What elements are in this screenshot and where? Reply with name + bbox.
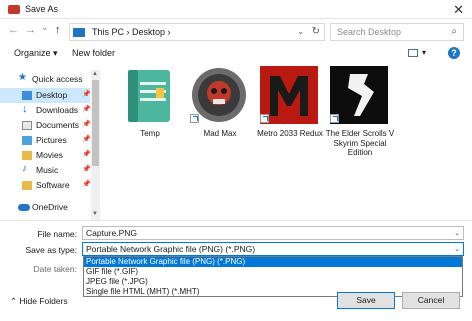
sidebar-item-movies[interactable]: Movies 📌 — [0, 148, 91, 163]
pin-icon: 📌 — [82, 121, 91, 128]
pin-icon: 📌 — [82, 166, 91, 173]
file-item[interactable]: Metro 2033 Redux — [252, 66, 323, 158]
file-name: Metro 2033 Redux — [257, 129, 323, 138]
folder-icon — [22, 151, 32, 160]
this-pc-icon — [73, 28, 85, 37]
file-name: Mad Max — [203, 129, 237, 138]
date-taken-label: Date taken: — [33, 264, 77, 274]
music-icon: ♪ — [22, 163, 27, 174]
view-options-icon[interactable] — [408, 49, 418, 57]
file-list: Temp Mad Max Metro 2033 Redux The Elder … — [104, 66, 468, 218]
search-placeholder: Search Desktop — [337, 27, 402, 37]
cloud-icon — [18, 204, 30, 211]
file-name-field[interactable]: Capture.PNG ⌄ — [82, 226, 464, 240]
sidebar-scrollbar[interactable]: ▲ ▼ — [91, 70, 100, 220]
pictures-icon — [22, 136, 32, 145]
shortcut-icon — [260, 114, 269, 123]
window-title: Save As — [25, 4, 59, 14]
sidebar-item-onedrive[interactable]: OneDrive — [0, 200, 90, 215]
navigation-pane: ★ Quick access Desktop 📌 ↓ Downloads 📌 D… — [0, 70, 100, 220]
forward-icon[interactable]: → — [25, 24, 36, 36]
title-bar: Save As ✕ — [0, 0, 472, 19]
pin-icon: 📌 — [82, 106, 91, 113]
file-item[interactable]: The Elder Scrolls V Skyrim Special Editi… — [322, 66, 394, 158]
shortcut-icon — [330, 114, 339, 123]
scroll-thumb[interactable] — [92, 80, 99, 166]
dropdown-option-jpg[interactable]: JPEG file (*.JPG) — [84, 277, 462, 287]
address-dropdown-icon[interactable]: ⌄ — [297, 27, 304, 36]
chevron-down-icon[interactable]: ⌄ — [454, 245, 460, 253]
view-dropdown-icon[interactable]: ▾ — [422, 48, 426, 57]
file-name: Temp — [140, 129, 160, 138]
file-item[interactable]: Mad Max — [182, 66, 252, 158]
folder-icon — [22, 181, 32, 190]
file-name: The Elder Scrolls V Skyrim Special Editi… — [325, 129, 395, 157]
star-icon: ★ — [18, 72, 27, 83]
file-type-dropdown: Portable Network Graphic file (PNG) (*.P… — [83, 256, 463, 297]
sidebar-item-music[interactable]: ♪ Music 📌 — [0, 163, 91, 178]
download-icon: ↓ — [22, 103, 28, 115]
breadcrumb[interactable]: This PC › Desktop › — [92, 27, 171, 37]
refresh-icon[interactable]: ↻ — [312, 26, 320, 37]
scroll-down-icon[interactable]: ▼ — [92, 211, 98, 217]
new-folder-button[interactable]: New folder — [72, 48, 115, 58]
save-as-type-label: Save as type: — [25, 245, 77, 255]
up-folder-icon[interactable]: ↑ — [55, 24, 61, 36]
navigation-bar: ← → ⌄ ↑ This PC › Desktop › ⌄ ↻ Search D… — [0, 20, 472, 44]
sidebar-item-desktop[interactable]: Desktop 📌 — [0, 88, 91, 103]
chevron-down-icon[interactable]: ⌄ — [454, 229, 460, 237]
pin-icon: 📌 — [82, 91, 91, 98]
file-item[interactable]: Temp — [112, 66, 182, 158]
shortcut-icon — [190, 114, 199, 123]
command-bar: Organize ▾ New folder ▾ ? — [0, 44, 472, 63]
divider — [0, 220, 472, 221]
notebook-icon — [128, 70, 170, 122]
recent-locations-icon[interactable]: ⌄ — [41, 22, 49, 33]
back-icon[interactable]: ← — [8, 24, 19, 36]
dropdown-option-png[interactable]: Portable Network Graphic file (PNG) (*.P… — [84, 257, 462, 267]
sidebar-item-pictures[interactable]: Pictures 📌 — [0, 133, 91, 148]
sidebar-item-downloads[interactable]: ↓ Downloads 📌 — [0, 103, 91, 118]
scroll-up-icon[interactable]: ▲ — [92, 71, 98, 77]
documents-icon — [22, 121, 32, 130]
sidebar-item-quick-access[interactable]: ★ Quick access — [0, 72, 90, 87]
pin-icon: 📌 — [82, 151, 91, 158]
file-name-value: Capture.PNG — [86, 228, 138, 238]
file-name-label: File name: — [37, 229, 77, 239]
paint-app-icon — [8, 5, 20, 14]
save-button[interactable]: Save — [337, 292, 395, 309]
dropdown-option-gif[interactable]: GIF file (*.GIF) — [84, 267, 462, 277]
sidebar-item-software[interactable]: Software 📌 — [0, 178, 91, 193]
address-bar[interactable]: This PC › Desktop › ⌄ ↻ — [69, 23, 325, 41]
pin-icon: 📌 — [82, 136, 91, 143]
help-icon[interactable]: ? — [448, 47, 460, 59]
organize-button[interactable]: Organize ▾ — [14, 48, 58, 59]
search-input[interactable]: Search Desktop ⌕ — [330, 23, 464, 41]
search-icon: ⌕ — [451, 26, 457, 37]
save-as-type-value: Portable Network Graphic file (PNG) (*.P… — [86, 244, 256, 254]
pin-icon: 📌 — [82, 181, 91, 188]
save-as-type-select[interactable]: Portable Network Graphic file (PNG) (*.P… — [82, 242, 464, 256]
close-icon[interactable]: ✕ — [453, 2, 464, 18]
cancel-button[interactable]: Cancel — [402, 292, 460, 309]
desktop-folder-icon — [22, 91, 32, 100]
sidebar-item-documents[interactable]: Documents 📌 — [0, 118, 91, 133]
hide-folders-button[interactable]: ⌃ Hide Folders — [10, 296, 68, 307]
